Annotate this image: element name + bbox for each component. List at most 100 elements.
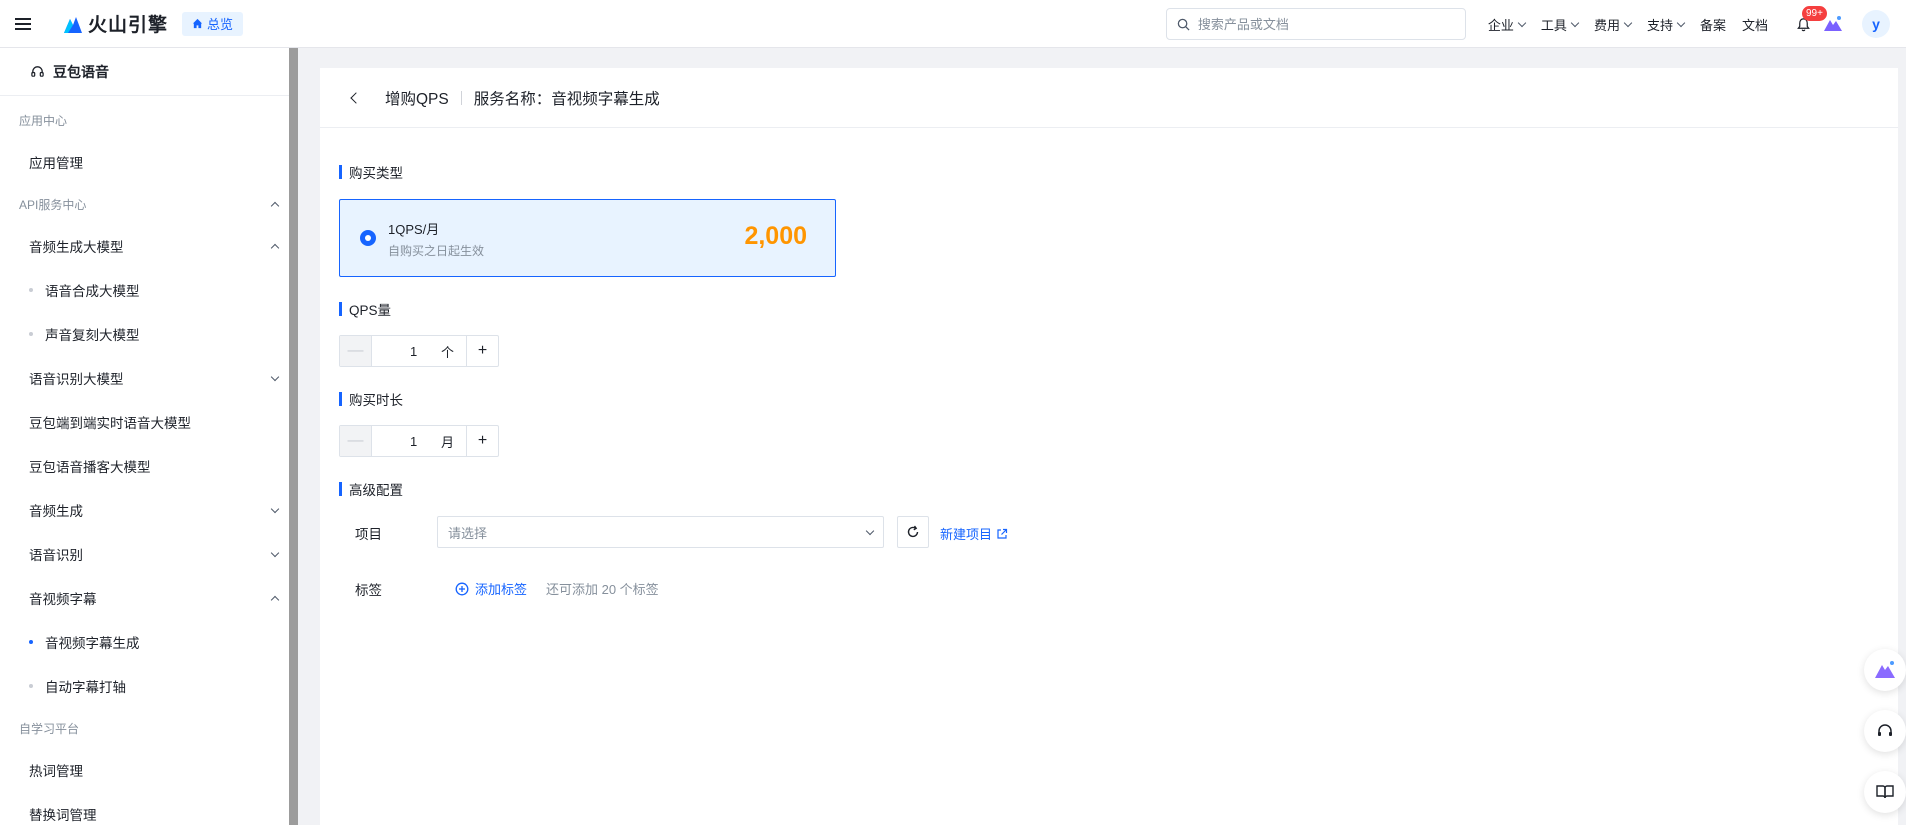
sidebar-item-av-subtitle-gen[interactable]: 音视频字幕生成 xyxy=(0,620,298,664)
sidebar-item-hotword[interactable]: 热词管理 xyxy=(0,748,298,792)
avatar[interactable]: y xyxy=(1862,10,1890,38)
sidebar-item-podcast-model[interactable]: 豆包语音播客大模型 xyxy=(0,444,298,488)
home-icon xyxy=(192,18,203,29)
sidebar-item-label: 声音复刻大模型 xyxy=(45,328,140,343)
new-project-link[interactable]: 新建项目 xyxy=(940,524,1008,543)
refresh-button[interactable] xyxy=(897,516,929,548)
nav-docs[interactable]: 文档 xyxy=(1742,15,1768,34)
sidebar-group-app-center: 应用中心 xyxy=(0,100,298,140)
plan-name: 1QPS/月 xyxy=(388,222,440,237)
nav-enterprise[interactable]: 企业 xyxy=(1488,15,1527,34)
duration-stepper[interactable]: — 1 月 + xyxy=(339,425,499,457)
brand-logo[interactable]: 火山引擎 xyxy=(62,0,168,48)
section-duration: 购买时长 xyxy=(339,391,403,408)
headset-icon xyxy=(31,66,44,77)
sidebar-item-app-manage[interactable]: 应用管理 xyxy=(0,140,298,184)
chevron-down-icon xyxy=(270,372,280,381)
sidebar-item-audio-gen-model[interactable]: 音频生成大模型 xyxy=(0,224,298,268)
tag-hint: 还可添加 20 个标签 xyxy=(546,582,659,597)
sidebar-item-audio-gen[interactable]: 音频生成 xyxy=(0,488,298,532)
page-header: 增购QPS 服务名称：音视频字幕生成 xyxy=(320,68,1898,128)
chevron-down-icon xyxy=(1623,18,1633,27)
add-tag-button[interactable]: 添加标签 xyxy=(455,579,527,598)
nav-billing-label: 费用 xyxy=(1593,17,1620,33)
section-qps: QPS量 xyxy=(339,301,392,318)
sidebar-item-asr-model[interactable]: 语音识别大模型 xyxy=(0,356,298,400)
sidebar-item-tts-model[interactable]: 语音合成大模型 xyxy=(0,268,298,312)
qps-plus-button[interactable]: + xyxy=(466,336,498,366)
duration-plus-button[interactable]: + xyxy=(466,426,498,456)
section-title-label: 购买类型 xyxy=(349,166,403,181)
sidebar-item-realtime-model[interactable]: 豆包端到端实时语音大模型 xyxy=(0,400,298,444)
section-title-label: 高级配置 xyxy=(349,483,403,498)
new-project-label: 新建项目 xyxy=(940,527,993,542)
nav-support-label: 支持 xyxy=(1646,17,1673,33)
overview-button[interactable]: 总览 xyxy=(182,11,244,36)
title-divider xyxy=(460,90,462,105)
section-purchase-type: 购买类型 xyxy=(339,164,403,181)
chevron-up-icon xyxy=(270,595,280,604)
project-select-placeholder: 请选择 xyxy=(448,525,488,541)
chevron-up-icon xyxy=(270,201,280,210)
radio-selected-icon[interactable] xyxy=(360,230,376,246)
search-input[interactable] xyxy=(1197,16,1438,32)
main-panel: 增购QPS 服务名称：音视频字幕生成 购买类型 1QPS/月 自购买之日起生效 … xyxy=(320,68,1898,825)
notification-bell[interactable]: 99+ xyxy=(1792,6,1827,35)
plan-option-card[interactable]: 1QPS/月 自购买之日起生效 2,000 xyxy=(339,199,836,277)
bullet-dot xyxy=(29,684,33,688)
back-arrow-icon[interactable] xyxy=(344,88,364,108)
nav-filing[interactable]: 备案 xyxy=(1700,15,1726,34)
docs-float-button[interactable] xyxy=(1864,771,1906,813)
notification-badge: 99+ xyxy=(1802,6,1827,21)
duration-minus-button[interactable]: — xyxy=(340,426,372,456)
nav-tools[interactable]: 工具 xyxy=(1541,15,1580,34)
brand-name: 火山引擎 xyxy=(88,15,169,36)
nav-docs-label: 文档 xyxy=(1741,17,1768,33)
bullet-dot-active xyxy=(29,640,33,644)
sidebar-item-label: 音视频字幕生成 xyxy=(45,636,140,651)
sidebar-product-header[interactable]: 豆包语音 xyxy=(0,48,298,96)
sidebar-item-label: 语音识别大模型 xyxy=(29,372,124,387)
sidebar-item-label: 语音合成大模型 xyxy=(45,284,140,299)
sidebar-item-label: 自动字幕打轴 xyxy=(45,680,126,695)
ai-mountain-icon xyxy=(1875,661,1895,678)
section-title-label: 购买时长 xyxy=(349,393,403,408)
refresh-icon xyxy=(907,525,919,538)
sidebar-item-voice-clone-model[interactable]: 声音复刻大模型 xyxy=(0,312,298,356)
sidebar-item-label: 豆包端到端实时语音大模型 xyxy=(29,416,191,431)
ai-mountain-icon xyxy=(1824,16,1842,31)
plan-price: 2,000 xyxy=(744,222,807,250)
sidebar-scrollbar[interactable] xyxy=(289,48,298,825)
project-label: 项目 xyxy=(355,527,382,542)
section-title-label: QPS量 xyxy=(349,303,392,318)
customer-service-float-button[interactable] xyxy=(1864,710,1906,752)
sidebar-group-label: 应用中心 xyxy=(19,113,68,128)
nav-support[interactable]: 支持 xyxy=(1646,15,1686,34)
headset-icon xyxy=(1878,724,1892,736)
sidebar-item-asr[interactable]: 语音识别 xyxy=(0,532,298,576)
qps-minus-button[interactable]: — xyxy=(340,336,372,366)
external-link-icon xyxy=(997,528,1008,539)
sidebar-product-name: 豆包语音 xyxy=(53,63,109,80)
qps-stepper[interactable]: — 1 个 + xyxy=(339,335,499,367)
hamburger-menu-icon[interactable] xyxy=(0,0,46,48)
sidebar-item-label: 豆包语音播客大模型 xyxy=(29,460,151,475)
sidebar: 豆包语音 应用中心 应用管理 API服务中心 音频生成大模型 语音合成大模型 声… xyxy=(0,48,298,825)
sidebar-item-av-subtitle[interactable]: 音视频字幕 xyxy=(0,576,298,620)
duration-value-field[interactable]: 1 月 xyxy=(372,426,466,456)
sidebar-item-replace-word[interactable]: 替换词管理 xyxy=(0,792,298,825)
sidebar-item-label: 语音识别 xyxy=(29,548,83,563)
ai-assistant-float-button[interactable] xyxy=(1864,649,1906,691)
chevron-down-icon xyxy=(1570,18,1580,27)
overview-label: 总览 xyxy=(207,17,234,32)
project-select[interactable]: 请选择 xyxy=(437,516,884,548)
sidebar-item-label: 音频生成 xyxy=(29,504,83,519)
qps-value-field[interactable]: 1 个 xyxy=(372,336,466,366)
bullet-dot xyxy=(29,288,33,292)
section-advanced: 高级配置 xyxy=(339,481,403,498)
nav-billing[interactable]: 费用 xyxy=(1593,15,1633,34)
search-box[interactable] xyxy=(1165,8,1466,40)
sidebar-group-label: API服务中心 xyxy=(19,197,87,212)
sidebar-item-auto-subtitle[interactable]: 自动字幕打轴 xyxy=(0,664,298,708)
sidebar-group-api-center[interactable]: API服务中心 xyxy=(0,184,298,224)
